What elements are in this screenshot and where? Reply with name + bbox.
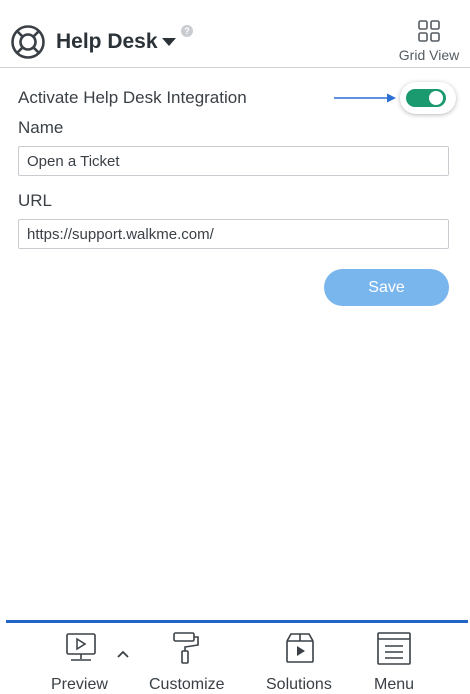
- paint-roller-icon: [173, 632, 199, 664]
- save-button[interactable]: Save: [324, 269, 449, 306]
- customize-button[interactable]: Customize: [146, 631, 226, 694]
- grid-view-label: Grid View: [398, 47, 460, 63]
- bottom-toolbar: Preview Customize Solutions Menu: [6, 620, 468, 694]
- arrow-right-icon: [334, 93, 396, 103]
- customize-label: Customize: [149, 676, 225, 693]
- help-question-icon[interactable]: ?: [181, 25, 193, 37]
- preview-button[interactable]: Preview: [46, 631, 116, 694]
- name-input[interactable]: [18, 146, 449, 176]
- menu-label: Menu: [374, 676, 415, 693]
- box-play-icon: [286, 633, 314, 663]
- page-title[interactable]: Help Desk: [56, 30, 158, 54]
- solutions-label: Solutions: [266, 676, 332, 693]
- monitor-play-icon: [66, 633, 96, 661]
- lifebuoy-icon: [11, 25, 45, 59]
- url-input[interactable]: [18, 219, 449, 249]
- url-label: URL: [18, 191, 53, 210]
- solutions-button[interactable]: Solutions: [263, 631, 343, 694]
- grid-view-button[interactable]: Grid View: [394, 18, 464, 64]
- header-bar: Help Desk ? Grid View: [0, 0, 470, 68]
- toggle-knob: [429, 91, 443, 105]
- preview-label: Preview: [51, 676, 108, 693]
- toggle-track: [406, 89, 446, 107]
- menu-button[interactable]: Menu: [366, 631, 426, 694]
- name-label: Name: [18, 118, 64, 137]
- menu-list-icon: [377, 632, 411, 665]
- activate-integration-toggle[interactable]: [400, 82, 456, 114]
- chevron-up-icon[interactable]: [116, 649, 130, 659]
- grid-icon: [418, 20, 440, 42]
- chevron-down-icon[interactable]: [162, 38, 176, 46]
- activate-integration-label: Activate Help Desk Integration: [18, 88, 247, 107]
